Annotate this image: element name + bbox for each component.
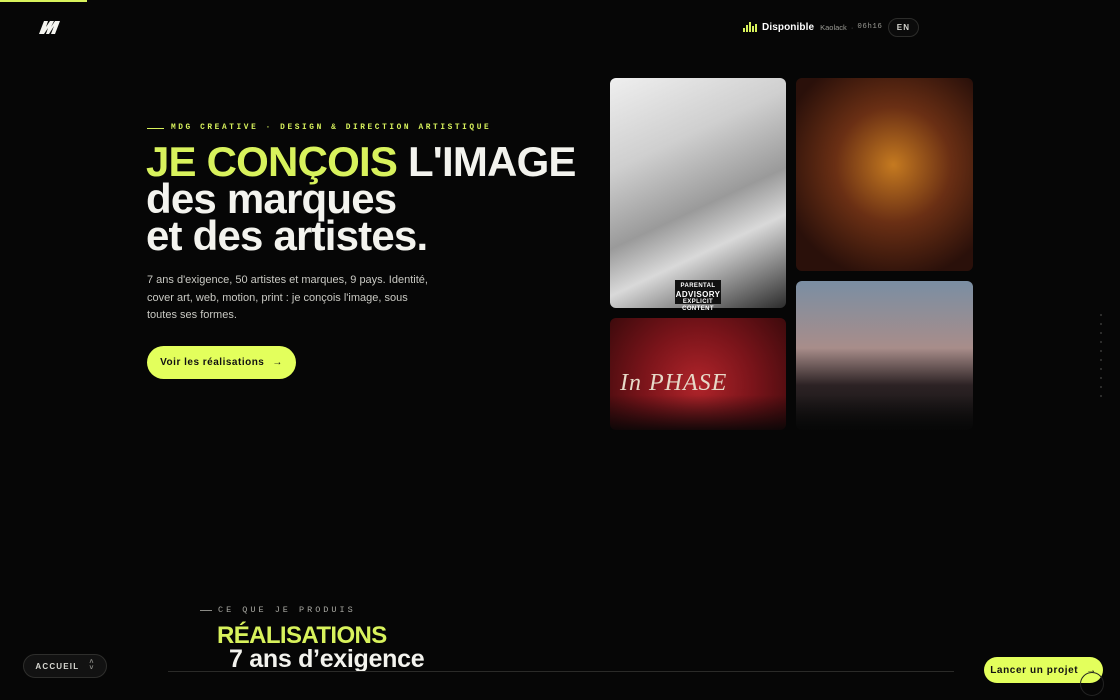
launch-project-label: Lancer un projet bbox=[990, 664, 1079, 676]
availability-status: Disponible Kaolack · 06h16 bbox=[743, 18, 882, 36]
view-works-label: Voir les réalisations bbox=[160, 357, 265, 368]
gallery-fade-overlay bbox=[600, 395, 985, 435]
status-separator: · bbox=[850, 22, 854, 32]
gallery-card-album-cover[interactable] bbox=[610, 78, 786, 308]
parental-advisory-label: PARENTAL ADVISORY EXPLICIT CONTENT bbox=[675, 280, 721, 312]
hero-title: JE CONÇOIS L'IMAGE des marques et des ar… bbox=[146, 141, 576, 259]
signal-bars-icon bbox=[743, 22, 757, 32]
section-divider bbox=[168, 671, 954, 672]
view-works-button[interactable]: Voir les réalisations → bbox=[147, 346, 296, 379]
section-nav-label: ACCUEIL bbox=[35, 661, 80, 671]
scroll-dot[interactable] bbox=[1100, 394, 1103, 398]
brand-logo[interactable] bbox=[37, 19, 61, 35]
scroll-dot[interactable] bbox=[1100, 331, 1103, 335]
section-scroll-indicator[interactable] bbox=[1100, 314, 1103, 398]
section-eyebrow: CE QUE JE PRODUIS bbox=[200, 605, 356, 615]
scroll-dot[interactable] bbox=[1100, 358, 1103, 362]
gallery-card-portrait[interactable] bbox=[796, 78, 973, 271]
scroll-dot[interactable] bbox=[1100, 314, 1103, 317]
hero-title-word: L'IMAGE bbox=[407, 138, 577, 185]
cursor-ring-icon bbox=[1080, 672, 1104, 696]
hero-eyebrow: MDG CREATIVE · DESIGN & DIRECTION ARTIST… bbox=[147, 124, 491, 132]
scroll-progress-bar bbox=[0, 0, 87, 2]
language-toggle-button[interactable]: EN bbox=[888, 18, 919, 37]
scroll-dot[interactable] bbox=[1100, 340, 1103, 344]
advisory-main-text: ADVISORY bbox=[675, 290, 721, 299]
hero-description: 7 ans d'exigence, 50 artistes et marques… bbox=[147, 274, 428, 321]
hero-title-line3: et des artistes. bbox=[146, 212, 428, 259]
location-label: Kaolack bbox=[820, 22, 847, 32]
section-eyebrow-text: CE QUE JE PRODUIS bbox=[218, 605, 356, 615]
scroll-dot[interactable] bbox=[1100, 349, 1103, 353]
advisory-bottom-text: EXPLICIT CONTENT bbox=[682, 299, 714, 312]
section-nav-dropdown[interactable]: ACCUEIL ˄ ˅ bbox=[23, 654, 107, 678]
scroll-dot[interactable] bbox=[1100, 385, 1103, 389]
hero-eyebrow-text: MDG CREATIVE · DESIGN & DIRECTION ARTIST… bbox=[171, 124, 492, 132]
scroll-dot[interactable] bbox=[1100, 376, 1103, 380]
in-phase-cover-text: In PHASE bbox=[620, 370, 728, 396]
advisory-top-text: PARENTAL bbox=[680, 283, 716, 289]
availability-label: Disponible bbox=[762, 21, 815, 33]
chevron-updown-icon: ˄ ˅ bbox=[89, 659, 95, 672]
section-subtitle: 7 ans d’exigence bbox=[229, 645, 425, 673]
eyebrow-line bbox=[147, 127, 164, 129]
scroll-dot[interactable] bbox=[1100, 367, 1103, 371]
arrow-right-icon: → bbox=[272, 357, 283, 368]
section-eyebrow-line bbox=[200, 609, 212, 611]
scroll-dot[interactable] bbox=[1100, 322, 1103, 326]
local-time: 06h16 bbox=[857, 23, 883, 31]
